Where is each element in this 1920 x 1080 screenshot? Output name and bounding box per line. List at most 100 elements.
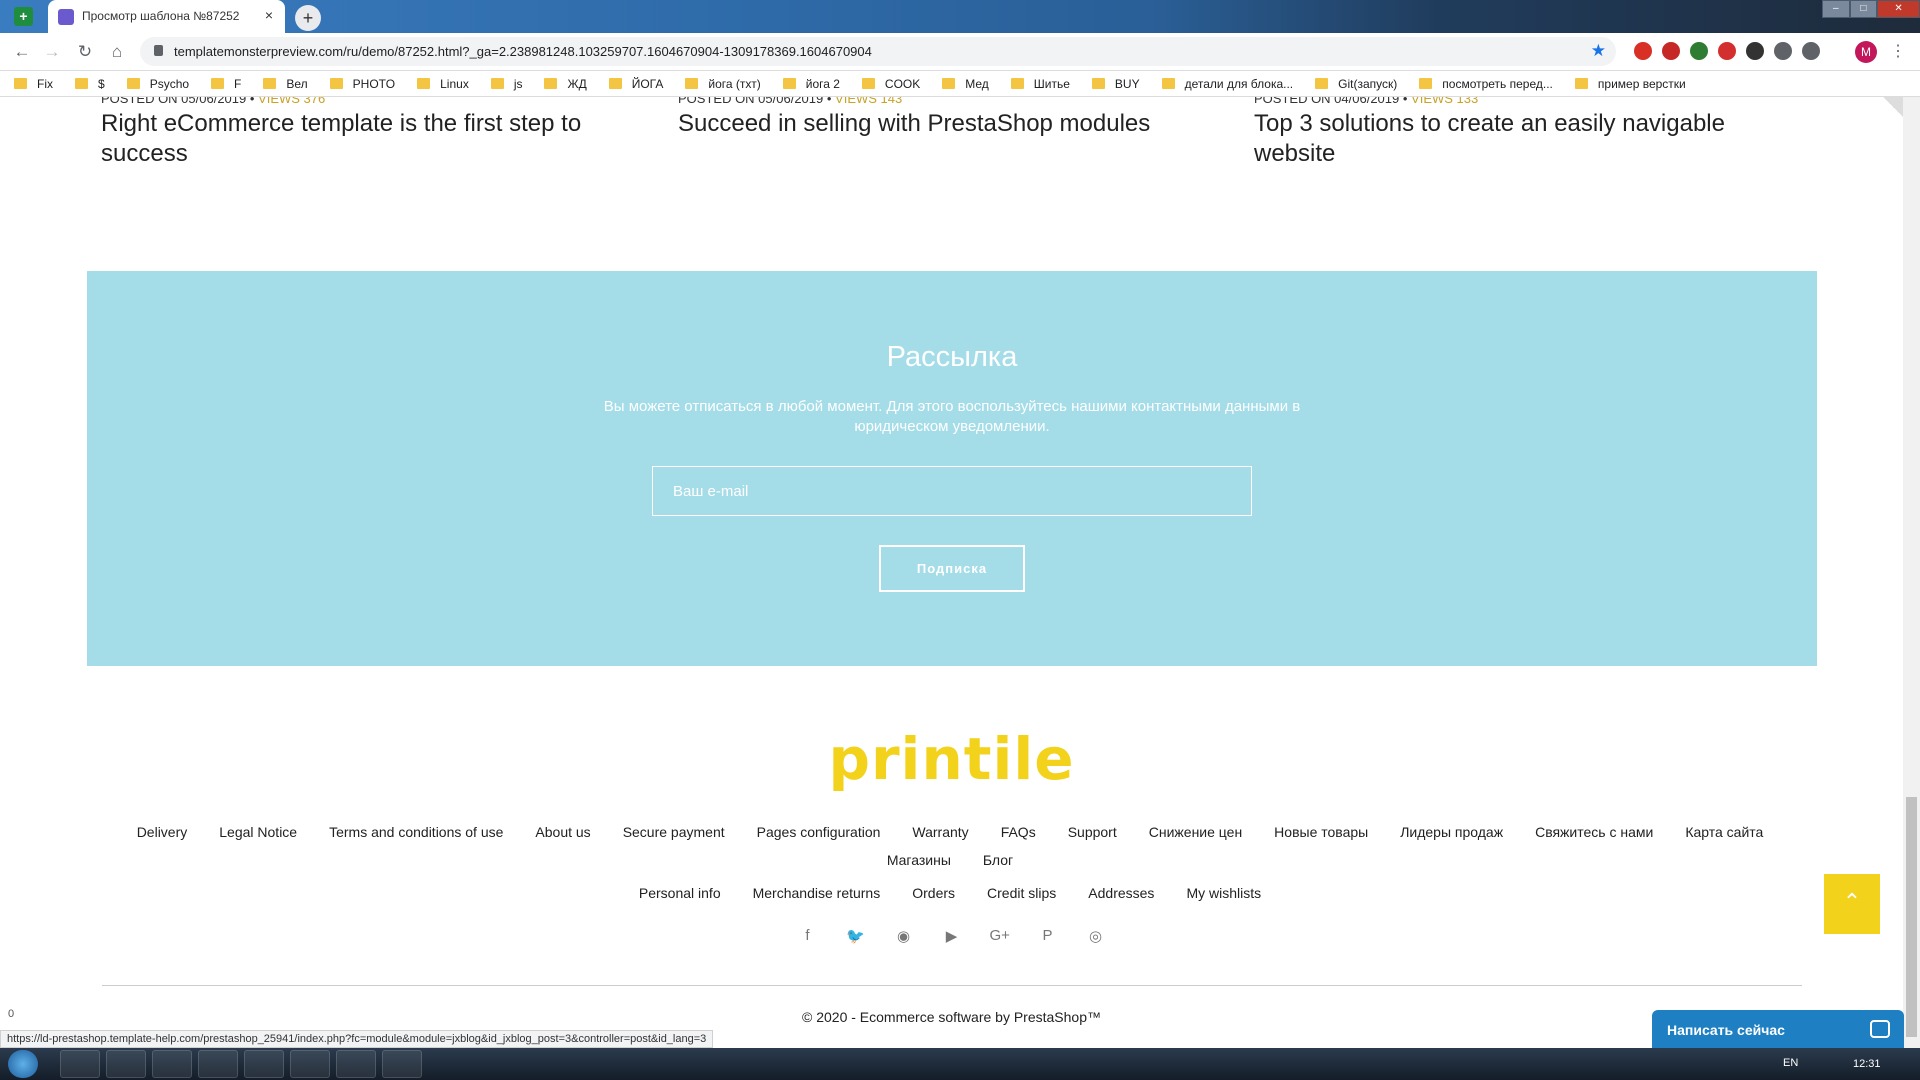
system-clock[interactable]: 12:31 bbox=[1853, 1058, 1881, 1070]
bookmark-item[interactable]: Fix bbox=[14, 77, 53, 91]
taskbar-app-explorer[interactable] bbox=[198, 1050, 238, 1078]
start-button[interactable] bbox=[8, 1050, 38, 1078]
facebook-icon[interactable]: f bbox=[798, 927, 818, 945]
bookmark-item[interactable]: Мед bbox=[942, 77, 989, 91]
browser-menu-icon[interactable]: ⋮ bbox=[1890, 41, 1906, 61]
url-text[interactable]: templatemonsterpreview.com/ru/demo/87252… bbox=[174, 44, 872, 59]
footer-link[interactable]: Warranty bbox=[912, 824, 968, 840]
footer-link[interactable]: Pages configuration bbox=[757, 824, 881, 840]
puzzle-icon[interactable] bbox=[1802, 42, 1820, 60]
bookmark-item[interactable]: Linux bbox=[417, 77, 469, 91]
bookmark-star-icon[interactable]: ★ bbox=[1591, 41, 1606, 61]
bookmark-item[interactable]: детали для блока... bbox=[1161, 76, 1294, 91]
subscribe-button[interactable]: Подписка bbox=[879, 545, 1025, 592]
chat-widget[interactable]: Написать сейчас bbox=[1652, 1010, 1904, 1050]
footer-link[interactable]: FAQs bbox=[1001, 824, 1036, 840]
bookmark-label: Linux bbox=[440, 76, 469, 91]
scrollbar-thumb[interactable] bbox=[1906, 797, 1917, 1037]
bookmark-item[interactable]: $ bbox=[75, 77, 105, 91]
bookmark-item[interactable]: F bbox=[211, 77, 241, 91]
sheets-app-icon[interactable]: + bbox=[14, 7, 33, 26]
bookmark-item[interactable]: Psycho bbox=[126, 77, 189, 91]
post-title[interactable]: Top 3 solutions to create an easily navi… bbox=[1254, 109, 1774, 169]
bookmark-item[interactable]: COOK bbox=[861, 77, 920, 91]
site-logo[interactable]: printile bbox=[0, 725, 1903, 793]
lock-icon[interactable] bbox=[154, 45, 163, 56]
back-icon[interactable]: ← bbox=[12, 42, 32, 62]
bookmark-item[interactable]: пример верстки bbox=[1574, 77, 1686, 91]
close-window-button[interactable]: ✕ bbox=[1877, 0, 1920, 18]
bookmark-label: детали для блока... bbox=[1184, 76, 1294, 91]
footer-link[interactable]: Secure payment bbox=[623, 824, 725, 840]
footer-link[interactable]: Orders bbox=[912, 885, 955, 901]
address-bar[interactable]: templatemonsterpreview.com/ru/demo/87252… bbox=[140, 37, 1616, 66]
youtube-icon[interactable]: ▶ bbox=[942, 927, 962, 945]
bookmark-item[interactable]: йога 2 bbox=[782, 77, 840, 91]
taskbar-app-tool[interactable] bbox=[152, 1050, 192, 1078]
extension-icon-4[interactable] bbox=[1718, 42, 1736, 60]
footer-link[interactable]: Addresses bbox=[1088, 885, 1154, 901]
maximize-button[interactable]: □ bbox=[1849, 0, 1878, 18]
google-plus-icon[interactable]: G+ bbox=[990, 927, 1010, 945]
extension-icon-5[interactable] bbox=[1746, 42, 1764, 60]
bookmark-item[interactable]: йога (тхт) bbox=[685, 77, 761, 91]
adblock-icon[interactable] bbox=[1662, 42, 1680, 60]
blog-post[interactable]: POSTED ON 05/06/2019 • VIEWS 143 Succeed… bbox=[678, 97, 1198, 139]
tab-close-icon[interactable]: × bbox=[265, 7, 273, 23]
blog-post[interactable]: POSTED ON 05/06/2019 • VIEWS 376 Right e… bbox=[101, 97, 621, 169]
footer-link[interactable]: Снижение цен bbox=[1149, 824, 1242, 840]
extension-icon-6[interactable] bbox=[1774, 42, 1792, 60]
profile-avatar[interactable]: M bbox=[1855, 41, 1877, 63]
email-input[interactable] bbox=[652, 466, 1252, 516]
footer-link[interactable]: About us bbox=[535, 824, 590, 840]
new-tab-button[interactable]: + bbox=[295, 5, 321, 31]
pinterest-icon[interactable]: P bbox=[1038, 927, 1058, 945]
bookmark-item[interactable]: BUY bbox=[1091, 77, 1140, 91]
taskbar-app-telegram[interactable] bbox=[382, 1050, 422, 1078]
bookmark-label: Шитье bbox=[1033, 76, 1070, 91]
browser-tab-active[interactable]: Просмотр шаблона №87252 × bbox=[48, 0, 285, 33]
scroll-to-top-button[interactable]: ⌃ bbox=[1824, 874, 1880, 934]
footer-link[interactable]: My wishlists bbox=[1186, 885, 1261, 901]
bookmark-item[interactable]: посмотреть перед... bbox=[1419, 77, 1553, 91]
footer-link[interactable]: Магазины bbox=[887, 852, 951, 868]
footer-link[interactable]: Лидеры продаж bbox=[1400, 824, 1503, 840]
footer-link[interactable]: Terms and conditions of use bbox=[329, 824, 503, 840]
forward-icon[interactable]: → bbox=[42, 42, 62, 62]
rss-icon[interactable]: ◉ bbox=[894, 927, 914, 945]
extension-icon-1[interactable] bbox=[1634, 42, 1652, 60]
footer-link[interactable]: Legal Notice bbox=[219, 824, 297, 840]
footer-link[interactable]: Delivery bbox=[137, 824, 188, 840]
taskbar-app-sheets[interactable] bbox=[60, 1050, 100, 1078]
footer-link[interactable]: Credit slips bbox=[987, 885, 1056, 901]
bookmark-item[interactable]: js bbox=[490, 77, 522, 91]
taskbar-app-vscode[interactable] bbox=[336, 1050, 376, 1078]
bookmark-item[interactable]: PHOTO bbox=[329, 77, 395, 91]
blog-post[interactable]: POSTED ON 04/06/2019 • VIEWS 133 Top 3 s… bbox=[1254, 97, 1774, 169]
bookmark-item[interactable]: ЖД bbox=[544, 77, 587, 91]
footer-link[interactable]: Personal info bbox=[639, 885, 721, 901]
bookmark-item[interactable]: Git(запуск) bbox=[1315, 77, 1397, 91]
footer-link[interactable]: Блог bbox=[983, 852, 1013, 868]
language-indicator[interactable]: EN bbox=[1783, 1057, 1798, 1069]
bookmark-item[interactable]: ЙОГА bbox=[608, 77, 663, 91]
footer-link[interactable]: Свяжитесь с нами bbox=[1535, 824, 1653, 840]
footer-link[interactable]: Новые товары bbox=[1274, 824, 1368, 840]
footer-link[interactable]: Merchandise returns bbox=[753, 885, 881, 901]
post-title[interactable]: Right eCommerce template is the first st… bbox=[101, 109, 621, 169]
footer-link[interactable]: Support bbox=[1068, 824, 1117, 840]
bookmark-item[interactable]: Вел bbox=[263, 77, 308, 91]
page-scrollbar[interactable] bbox=[1903, 97, 1920, 1048]
home-icon[interactable]: ⌂ bbox=[107, 42, 127, 62]
minimize-button[interactable]: – bbox=[1822, 0, 1850, 18]
taskbar-app-vscode-blue[interactable] bbox=[106, 1050, 146, 1078]
footer-link[interactable]: Карта сайта bbox=[1685, 824, 1763, 840]
bookmark-item[interactable]: Шитье bbox=[1010, 76, 1070, 91]
taskbar-app-firefox[interactable] bbox=[244, 1050, 284, 1078]
twitter-icon[interactable]: 🐦 bbox=[846, 927, 866, 945]
taskbar-app-chrome[interactable] bbox=[290, 1050, 330, 1078]
post-title[interactable]: Succeed in selling with PrestaShop modul… bbox=[678, 109, 1198, 139]
extension-icon-3[interactable] bbox=[1690, 42, 1708, 60]
reload-icon[interactable]: ↻ bbox=[75, 42, 95, 62]
instagram-icon[interactable]: ◎ bbox=[1086, 927, 1106, 945]
